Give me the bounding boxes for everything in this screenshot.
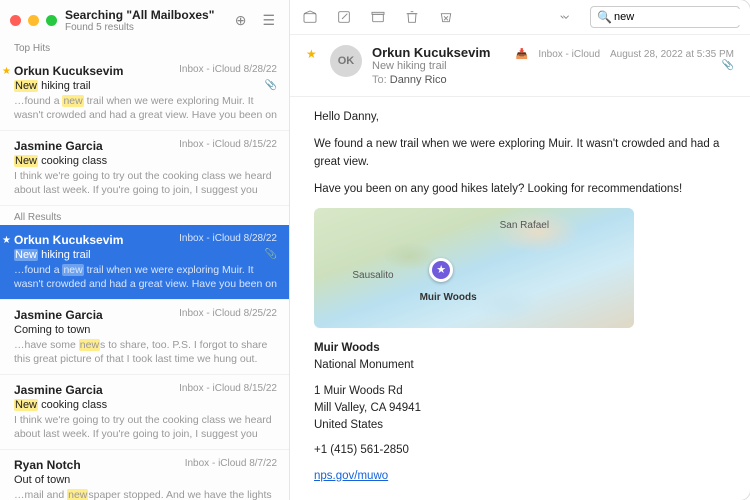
message-sender: Orkun Kucuksevim bbox=[372, 45, 491, 60]
inbox-icon: 📥 bbox=[516, 49, 528, 60]
body-paragraph: Hello Danny, bbox=[314, 109, 726, 126]
flag-icon[interactable]: ★ bbox=[306, 45, 320, 86]
window-controls bbox=[10, 15, 57, 26]
row-subject: Coming to town bbox=[14, 324, 277, 336]
row-sender: Jasmine Garcia bbox=[14, 308, 103, 322]
window-title: Searching "All Mailboxes" bbox=[65, 8, 223, 22]
message-row[interactable]: Ryan Notch Inbox - iCloud 8/7/22 Out of to… bbox=[0, 450, 289, 500]
row-preview: I think we're going to try out the cooki… bbox=[14, 413, 277, 441]
row-meta: Inbox - iCloud 8/15/22 bbox=[179, 383, 277, 397]
row-subject: New cooking class bbox=[14, 399, 277, 411]
row-meta: Inbox - iCloud 8/7/22 bbox=[185, 458, 277, 472]
row-sender: Ryan Notch bbox=[14, 458, 81, 472]
row-subject: New cooking class bbox=[14, 155, 277, 167]
row-sender: Orkun Kucuksevim bbox=[14, 233, 123, 247]
row-meta: Inbox - iCloud 8/28/22 bbox=[179, 233, 277, 247]
map-city-label: Sausalito bbox=[352, 268, 393, 283]
filter-button[interactable]: ☰ bbox=[258, 10, 279, 31]
row-sender: Orkun Kucuksevim bbox=[14, 64, 123, 78]
map-city-label: San Rafael bbox=[500, 218, 549, 233]
archive-button[interactable] bbox=[300, 8, 320, 26]
star-icon: ★ bbox=[2, 235, 11, 246]
junk-button[interactable] bbox=[436, 8, 456, 26]
row-sender: Jasmine Garcia bbox=[14, 383, 103, 397]
section-all-results: All Results bbox=[0, 206, 289, 225]
attachment-icon: 📎 bbox=[265, 249, 277, 260]
minimize-window-button[interactable] bbox=[28, 15, 39, 26]
avatar: OK bbox=[330, 45, 362, 77]
message-row[interactable]: ★Orkun Kucuksevim Inbox - iCloud 8/28/22 📎… bbox=[0, 225, 289, 300]
poi-website-link[interactable]: nps.gov/muwo bbox=[314, 470, 388, 482]
body-paragraph: Have you been on any good hikes lately? … bbox=[314, 181, 726, 198]
poi-name: Muir Woods bbox=[314, 340, 726, 357]
row-preview: …found a new trail when we were explorin… bbox=[14, 263, 277, 291]
new-filter-button[interactable]: ⊕ bbox=[231, 10, 251, 31]
star-icon: ★ bbox=[2, 66, 11, 77]
row-meta: Inbox - iCloud 8/15/22 bbox=[179, 139, 277, 153]
message-recipients: To: Danny Rico bbox=[372, 74, 734, 86]
attachment-icon: 📎 bbox=[265, 80, 277, 91]
message-date: August 28, 2022 at 5:35 PM bbox=[610, 49, 734, 60]
zoom-window-button[interactable] bbox=[46, 15, 57, 26]
poi-address: 1 Muir Woods Rd Mill Valley, CA 94941 Un… bbox=[314, 383, 726, 435]
message-header: ★ OK Orkun Kucuksevim 📥 Inbox - iCloud A… bbox=[290, 35, 750, 97]
search-input[interactable] bbox=[612, 9, 750, 25]
message-row[interactable]: ★Orkun Kucuksevim Inbox - iCloud 8/28/22 📎… bbox=[0, 56, 289, 131]
more-actions-button[interactable] bbox=[556, 8, 576, 26]
reader-pane: 🔍 ✕ ★ OK Orkun Kucuksevim 📥 Inbox - iClo… bbox=[290, 0, 750, 500]
row-subject: New hiking trail bbox=[14, 80, 277, 92]
section-top-hits: Top Hits bbox=[0, 37, 289, 56]
poi-phone: +1 (415) 561-2850 bbox=[314, 442, 726, 459]
map-pin-icon: ★ bbox=[429, 258, 453, 282]
row-meta: Inbox - iCloud 8/28/22 bbox=[179, 64, 277, 78]
message-row[interactable]: Jasmine Garcia Inbox - iCloud 8/15/22 New … bbox=[0, 131, 289, 206]
message-row[interactable]: Jasmine Garcia Inbox - iCloud 8/15/22 New … bbox=[0, 375, 289, 450]
message-folder: Inbox - iCloud bbox=[538, 49, 600, 60]
row-sender: Jasmine Garcia bbox=[14, 139, 103, 153]
message-list-pane: Searching "All Mailboxes" Found 5 result… bbox=[0, 0, 290, 500]
close-window-button[interactable] bbox=[10, 15, 21, 26]
row-preview: I think we're going to try out the cooki… bbox=[14, 169, 277, 197]
window-title-block: Searching "All Mailboxes" Found 5 result… bbox=[65, 8, 223, 33]
row-preview: …found a new trail when we were explorin… bbox=[14, 94, 277, 122]
row-meta: Inbox - iCloud 8/25/22 bbox=[179, 308, 277, 322]
row-preview: …mail and newspaper stopped. And we have… bbox=[14, 488, 277, 500]
poi-subtitle: National Monument bbox=[314, 357, 726, 374]
body-paragraph: We found a new trail when we were explor… bbox=[314, 136, 726, 171]
search-icon: 🔍 bbox=[597, 10, 612, 24]
search-field-container: 🔍 ✕ bbox=[590, 6, 740, 28]
message-row[interactable]: Jasmine Garcia Inbox - iCloud 8/25/22 Comi… bbox=[0, 300, 289, 375]
map-preview[interactable]: Sausalito San Rafael ★ Muir Woods bbox=[314, 208, 634, 328]
message-body: Hello Danny, We found a new trail when w… bbox=[290, 97, 750, 500]
map-pin-label: Muir Woods bbox=[420, 290, 477, 305]
result-count: Found 5 results bbox=[65, 22, 223, 33]
compose-button[interactable] bbox=[334, 8, 354, 26]
titlebar: Searching "All Mailboxes" Found 5 result… bbox=[0, 0, 289, 37]
trash-button[interactable] bbox=[402, 8, 422, 26]
row-subject: Out of town bbox=[14, 474, 277, 486]
archive-box-button[interactable] bbox=[368, 8, 388, 26]
reader-toolbar: 🔍 ✕ bbox=[290, 0, 750, 35]
row-subject: New hiking trail bbox=[14, 249, 277, 261]
row-preview: …have some news to share, too. P.S. I fo… bbox=[14, 338, 277, 366]
